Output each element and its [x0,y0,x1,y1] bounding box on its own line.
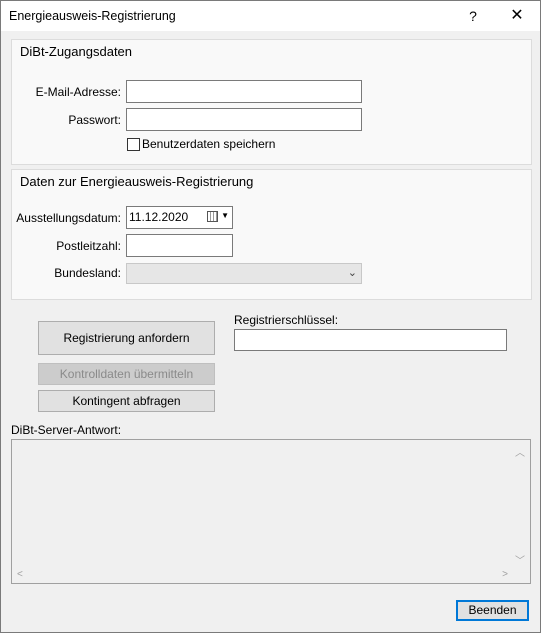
request-registration-label: Registrierung anfordern [63,331,190,345]
registration-group-title: Daten zur Energieausweis-Registrierung [20,174,254,189]
state-select[interactable]: ⌄ [126,263,362,284]
date-picker[interactable]: 11.12.2020 ▼ [126,206,233,229]
window-title: Energieausweis-Registrierung [9,9,176,23]
scroll-left-icon[interactable]: < [17,569,23,580]
server-response-textarea[interactable]: ︿ ﹀ < > [11,439,531,584]
date-label: Ausstellungsdatum: [16,211,121,225]
credentials-group-title: DiBt-Zugangsdaten [20,44,133,59]
scroll-down-icon[interactable]: ﹀ [515,552,525,567]
transmit-control-data-button[interactable]: Kontrolldaten übermitteln [38,363,215,385]
query-quota-button[interactable]: Kontingent abfragen [38,390,215,412]
zip-field[interactable] [126,234,233,257]
calendar-icon[interactable] [207,211,218,222]
registration-key-label: Registrierschlüssel: [234,313,339,327]
email-field[interactable] [126,80,362,103]
scroll-up-icon[interactable]: ︿ [515,444,525,459]
request-registration-button[interactable]: Registrierung anfordern [38,321,215,355]
close-button[interactable]: Beenden [456,600,529,621]
date-value: 11.12.2020 [129,210,189,224]
state-label: Bundesland: [54,266,121,280]
save-credentials-label[interactable]: Benutzerdaten speichern [142,137,275,151]
dialog-window: Energieausweis-Registrierung ? ✕ DiBt-Zu… [0,0,541,633]
zip-label: Postleitzahl: [56,239,121,253]
query-quota-label: Kontingent abfragen [72,394,181,408]
chevron-down-icon: ⌄ [347,267,357,279]
close-window-button[interactable]: ✕ [494,1,540,31]
password-field[interactable] [126,108,362,131]
close-button-label: Beenden [468,603,517,617]
email-label: E-Mail-Adresse: [35,85,121,99]
save-credentials-checkbox[interactable] [127,138,140,151]
registration-key-field[interactable] [234,329,507,351]
help-button[interactable]: ? [456,1,490,31]
server-response-label: DiBt-Server-Antwort: [11,423,122,437]
transmit-control-data-label: Kontrolldaten übermitteln [59,367,194,381]
date-dropdown-icon[interactable]: ▼ [221,211,229,220]
password-label: Passwort: [68,113,121,127]
scroll-right-icon[interactable]: > [502,569,508,580]
title-bar: Energieausweis-Registrierung ? ✕ [1,1,540,31]
